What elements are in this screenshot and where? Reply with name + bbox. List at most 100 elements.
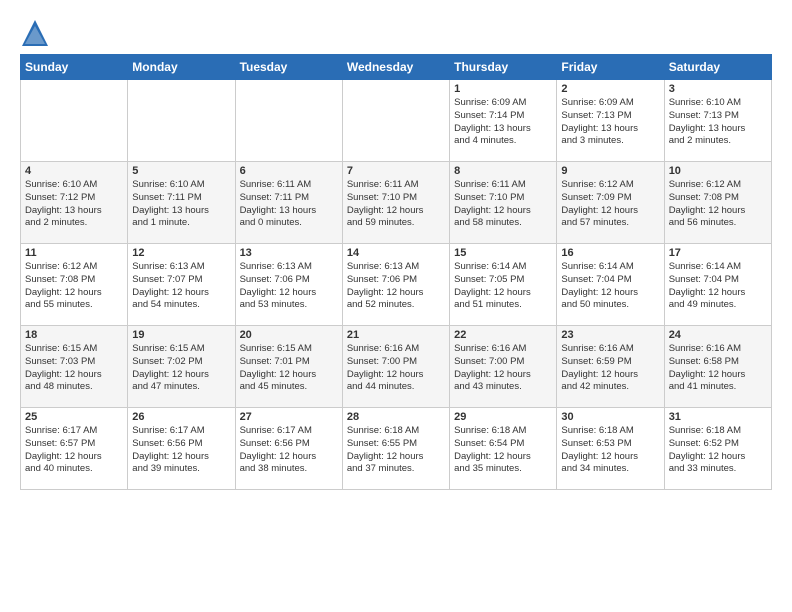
day-info-line: Sunset: 7:09 PM xyxy=(561,192,659,205)
day-info-line: Sunset: 6:57 PM xyxy=(25,438,123,451)
calendar-cell: 4Sunrise: 6:10 AMSunset: 7:12 PMDaylight… xyxy=(21,162,128,244)
day-number: 18 xyxy=(25,329,123,341)
day-info-line: Daylight: 12 hours xyxy=(347,451,445,464)
day-info-line: Sunrise: 6:11 AM xyxy=(347,179,445,192)
day-info-line: and 1 minute. xyxy=(132,217,230,230)
day-info-line: Daylight: 12 hours xyxy=(132,369,230,382)
calendar-table: SundayMondayTuesdayWednesdayThursdayFrid… xyxy=(20,54,772,490)
day-info-line: Daylight: 13 hours xyxy=(25,205,123,218)
day-info-line: Sunset: 6:53 PM xyxy=(561,438,659,451)
day-number: 25 xyxy=(25,411,123,423)
day-info-line: Sunset: 7:06 PM xyxy=(240,274,338,287)
day-info-line: Daylight: 12 hours xyxy=(240,369,338,382)
day-info-line: Daylight: 12 hours xyxy=(25,287,123,300)
day-info-line: Sunrise: 6:15 AM xyxy=(240,343,338,356)
day-info-line: Sunrise: 6:09 AM xyxy=(454,97,552,110)
week-row-3: 11Sunrise: 6:12 AMSunset: 7:08 PMDayligh… xyxy=(21,244,772,326)
day-info-line: Sunset: 7:07 PM xyxy=(132,274,230,287)
calendar-cell: 9Sunrise: 6:12 AMSunset: 7:09 PMDaylight… xyxy=(557,162,664,244)
day-info-line: Daylight: 12 hours xyxy=(454,451,552,464)
day-info-line: and 2 minutes. xyxy=(669,135,767,148)
column-header-monday: Monday xyxy=(128,55,235,80)
day-info-line: and 55 minutes. xyxy=(25,299,123,312)
day-info-line: Daylight: 13 hours xyxy=(561,123,659,136)
day-info-line: and 51 minutes. xyxy=(454,299,552,312)
calendar-cell: 28Sunrise: 6:18 AMSunset: 6:55 PMDayligh… xyxy=(342,408,449,490)
day-info-line: and 43 minutes. xyxy=(454,381,552,394)
column-header-saturday: Saturday xyxy=(664,55,771,80)
column-header-thursday: Thursday xyxy=(450,55,557,80)
day-info-line: Sunset: 7:01 PM xyxy=(240,356,338,369)
day-info-line: Daylight: 13 hours xyxy=(240,205,338,218)
day-info-line: and 50 minutes. xyxy=(561,299,659,312)
calendar-cell: 17Sunrise: 6:14 AMSunset: 7:04 PMDayligh… xyxy=(664,244,771,326)
day-info-line: Sunset: 7:06 PM xyxy=(347,274,445,287)
day-info-line: Sunrise: 6:11 AM xyxy=(240,179,338,192)
column-header-friday: Friday xyxy=(557,55,664,80)
day-info-line: Daylight: 12 hours xyxy=(454,287,552,300)
calendar-cell: 23Sunrise: 6:16 AMSunset: 6:59 PMDayligh… xyxy=(557,326,664,408)
day-info-line: Sunrise: 6:12 AM xyxy=(25,261,123,274)
day-info-line: and 44 minutes. xyxy=(347,381,445,394)
day-number: 29 xyxy=(454,411,552,423)
calendar-cell xyxy=(235,80,342,162)
calendar-cell xyxy=(342,80,449,162)
day-info-line: Sunrise: 6:15 AM xyxy=(132,343,230,356)
day-info-line: and 34 minutes. xyxy=(561,463,659,476)
week-row-5: 25 Sunrise: 6:17 AM Sunset: 6:57 PM Dayligh… xyxy=(21,408,772,490)
day-info-line: Daylight: 12 hours xyxy=(669,369,767,382)
day-info-line: Sunset: 7:05 PM xyxy=(454,274,552,287)
day-info-line: and 33 minutes. xyxy=(669,463,767,476)
day-info-line: Sunset: 7:08 PM xyxy=(669,192,767,205)
day-info-line: Sunrise: 6:16 AM xyxy=(347,343,445,356)
day-info-line: Sunset: 7:12 PM xyxy=(25,192,123,205)
day-info-line: and 58 minutes. xyxy=(454,217,552,230)
calendar-cell: 26Sunrise: 6:17 AMSunset: 6:56 PMDayligh… xyxy=(128,408,235,490)
column-header-wednesday: Wednesday xyxy=(342,55,449,80)
day-info-line: Sunset: 7:11 PM xyxy=(132,192,230,205)
calendar-cell: 12Sunrise: 6:13 AMSunset: 7:07 PMDayligh… xyxy=(128,244,235,326)
day-number: 13 xyxy=(240,247,338,259)
day-info-line: Sunset: 7:04 PM xyxy=(561,274,659,287)
day-info-line: and 3 minutes. xyxy=(561,135,659,148)
day-info-line: and 39 minutes. xyxy=(132,463,230,476)
day-info-line: Sunset: 6:56 PM xyxy=(132,438,230,451)
calendar-cell: 21Sunrise: 6:16 AMSunset: 7:00 PMDayligh… xyxy=(342,326,449,408)
day-info-line: Sunrise: 6:10 AM xyxy=(669,97,767,110)
day-info-line: Sunset: 6:59 PM xyxy=(561,356,659,369)
day-info-line: and 45 minutes. xyxy=(240,381,338,394)
day-info-line: Daylight: 12 hours xyxy=(347,369,445,382)
calendar-cell: 29Sunrise: 6:18 AMSunset: 6:54 PMDayligh… xyxy=(450,408,557,490)
day-number: 5 xyxy=(132,165,230,177)
day-number: 20 xyxy=(240,329,338,341)
day-info-line: Sunrise: 6:16 AM xyxy=(561,343,659,356)
day-info-line: Sunset: 7:08 PM xyxy=(25,274,123,287)
day-info-line: Sunrise: 6:09 AM xyxy=(561,97,659,110)
day-info-line: and 2 minutes. xyxy=(25,217,123,230)
week-row-4: 18Sunrise: 6:15 AMSunset: 7:03 PMDayligh… xyxy=(21,326,772,408)
calendar-cell: 30Sunrise: 6:18 AMSunset: 6:53 PMDayligh… xyxy=(557,408,664,490)
day-info-line: Daylight: 12 hours xyxy=(454,205,552,218)
calendar-cell: 5Sunrise: 6:10 AMSunset: 7:11 PMDaylight… xyxy=(128,162,235,244)
calendar-cell: 25Sunrise: 6:17 AMSunset: 6:57 PMDayligh… xyxy=(21,408,128,490)
day-info-line: Sunrise: 6:14 AM xyxy=(669,261,767,274)
day-info-line: and 37 minutes. xyxy=(347,463,445,476)
calendar-cell: 20 Sunrise: 6:15 AMSunset: 7:01 PMDayligh… xyxy=(235,326,342,408)
day-info-line: Sunrise: 6:14 AM xyxy=(454,261,552,274)
day-info-line: Daylight: 12 hours xyxy=(669,287,767,300)
day-info-line: Sunrise: 6:17 AM xyxy=(240,425,338,438)
day-info-line: Sunrise: 6:18 AM xyxy=(347,425,445,438)
calendar-cell: 19Sunrise: 6:15 AMSunset: 7:02 PMDayligh… xyxy=(128,326,235,408)
day-number: 3 xyxy=(669,83,767,95)
day-info-line: Sunset: 7:00 PM xyxy=(347,356,445,369)
day-info-line: Sunset: 7:04 PM xyxy=(669,274,767,287)
day-info-line: Sunset: 6:56 PM xyxy=(240,438,338,451)
day-info-line: Daylight: 12 hours xyxy=(561,451,659,464)
day-number: 8 xyxy=(454,165,552,177)
day-info-line: and 49 minutes. xyxy=(669,299,767,312)
week-row-1: 1Sunrise: 6:09 AMSunset: 7:14 PMDaylight… xyxy=(21,80,772,162)
day-info-line: and 57 minutes. xyxy=(561,217,659,230)
day-number: 16 xyxy=(561,247,659,259)
day-number: 9 xyxy=(561,165,659,177)
day-info-line: Daylight: 12 hours xyxy=(347,287,445,300)
